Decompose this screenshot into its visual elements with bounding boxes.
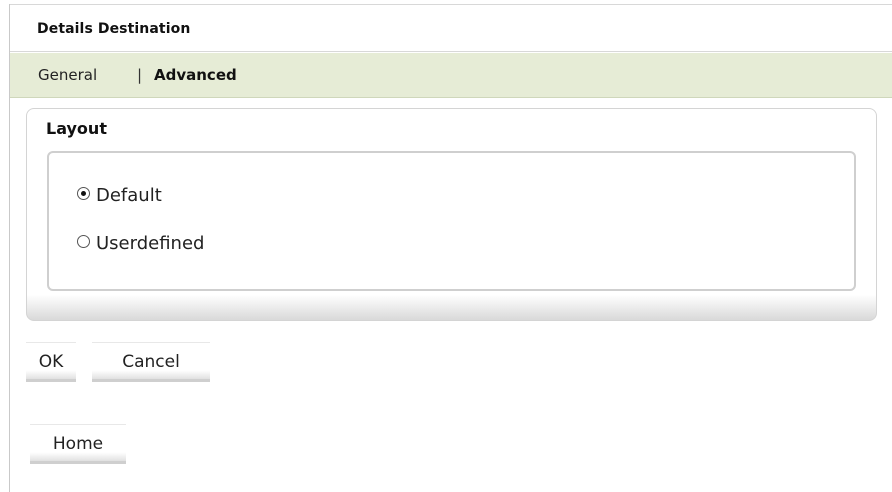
page: Details Destination General | Advanced L… — [0, 0, 892, 492]
cancel-button[interactable]: Cancel — [92, 342, 210, 382]
layout-options-group: Default Userdefined — [47, 151, 856, 291]
tab-bar: General | Advanced — [10, 53, 892, 98]
radio-option-userdefined[interactable]: Userdefined — [77, 233, 204, 254]
tab-separator: | — [137, 66, 143, 84]
tab-advanced[interactable]: Advanced — [154, 66, 237, 84]
radio-userdefined-label[interactable]: Userdefined — [96, 233, 204, 254]
header-bar: Details Destination — [10, 4, 892, 52]
radio-default-icon[interactable] — [77, 187, 90, 200]
layout-panel-title: Layout — [46, 119, 107, 138]
home-button[interactable]: Home — [30, 424, 126, 464]
page-title: Details Destination — [37, 21, 191, 37]
radio-userdefined-icon[interactable] — [77, 235, 90, 248]
radio-default-label[interactable]: Default — [96, 185, 162, 206]
ok-button[interactable]: OK — [26, 342, 76, 382]
tab-general[interactable]: General — [38, 66, 97, 84]
layout-panel: Layout Default Userdefined — [26, 108, 877, 321]
radio-option-default[interactable]: Default — [77, 185, 162, 206]
